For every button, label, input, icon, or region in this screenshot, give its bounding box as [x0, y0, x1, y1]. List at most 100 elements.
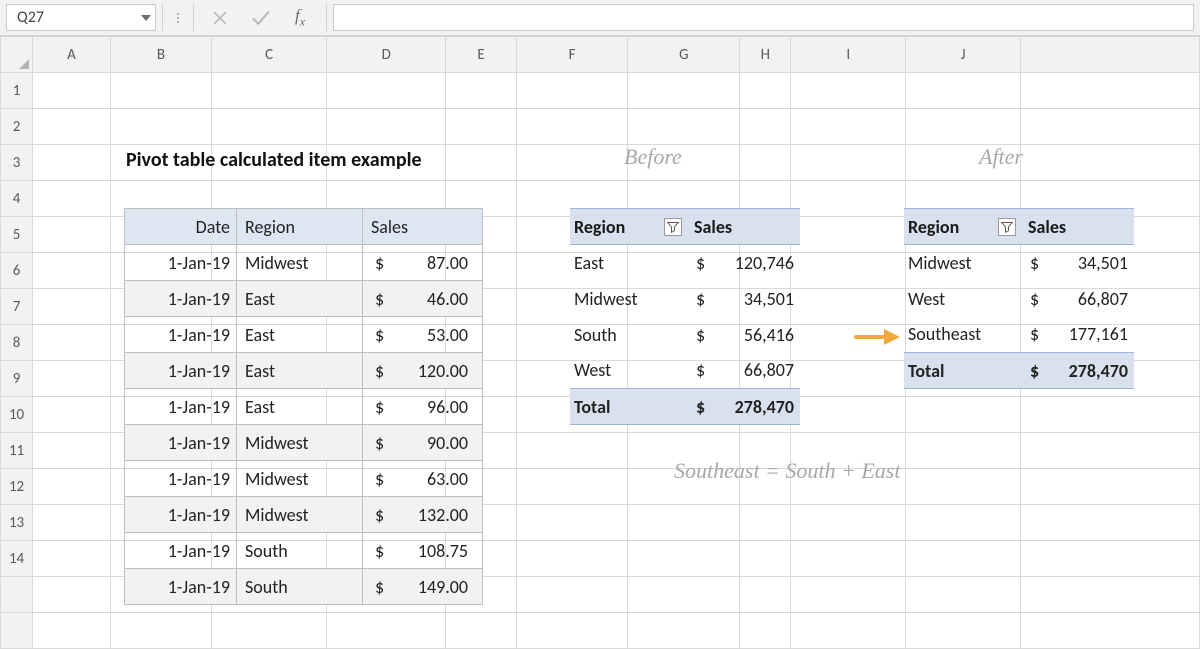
cell[interactable]: [791, 577, 906, 613]
cell[interactable]: [516, 73, 628, 109]
drag-handle-icon[interactable]: [169, 0, 187, 35]
cell[interactable]: [33, 181, 111, 217]
cell-sales[interactable]: $90.00: [363, 425, 483, 461]
row-header[interactable]: 9: [1, 361, 33, 397]
cell[interactable]: [33, 397, 111, 433]
cell-region[interactable]: Midwest: [237, 461, 363, 497]
cell[interactable]: [110, 613, 211, 649]
cell[interactable]: [791, 613, 906, 649]
cell[interactable]: [791, 181, 906, 217]
cell[interactable]: [906, 577, 1021, 613]
table-row[interactable]: 1-Jan-19East$96.00: [125, 389, 483, 425]
cell-sales[interactable]: $63.00: [363, 461, 483, 497]
cell[interactable]: [1021, 433, 1200, 469]
cell[interactable]: [906, 541, 1021, 577]
table-row[interactable]: 1-Jan-19Midwest$132.00: [125, 497, 483, 533]
cell[interactable]: [33, 73, 111, 109]
cell[interactable]: [446, 109, 517, 145]
cell-region[interactable]: Midwest: [237, 425, 363, 461]
cell-date[interactable]: 1-Jan-19: [125, 425, 237, 461]
formula-input[interactable]: [333, 4, 1194, 31]
cell[interactable]: [211, 109, 326, 145]
row-header[interactable]: [1, 577, 33, 613]
cell-sales[interactable]: $87.00: [363, 245, 483, 281]
cell[interactable]: [110, 109, 211, 145]
table-row[interactable]: 1-Jan-19East$46.00: [125, 281, 483, 317]
table-row[interactable]: 1-Jan-19Midwest$87.00: [125, 245, 483, 281]
cell-sales[interactable]: $108.75: [363, 533, 483, 569]
row-header[interactable]: 8: [1, 325, 33, 361]
cell[interactable]: [791, 541, 906, 577]
cell-date[interactable]: 1-Jan-19: [125, 497, 237, 533]
cell[interactable]: [740, 541, 791, 577]
cell[interactable]: [740, 505, 791, 541]
row-header[interactable]: 3: [1, 145, 33, 181]
column-header[interactable]: H: [740, 37, 791, 73]
filter-icon[interactable]: [998, 218, 1016, 236]
column-header-sales[interactable]: Sales: [363, 209, 483, 245]
cell[interactable]: [906, 469, 1021, 505]
cell[interactable]: [33, 613, 111, 649]
column-header[interactable]: [1021, 37, 1200, 73]
pivot-row-value[interactable]: $66,807: [1022, 281, 1134, 317]
pivot-table-after[interactable]: RegionSalesMidwest$34,501West$66,807Sout…: [904, 208, 1134, 389]
cell[interactable]: [33, 361, 111, 397]
filter-icon[interactable]: [664, 218, 682, 236]
cell[interactable]: [110, 73, 211, 109]
cell[interactable]: [516, 577, 628, 613]
cell[interactable]: [628, 73, 740, 109]
cell-sales[interactable]: $132.00: [363, 497, 483, 533]
row-header[interactable]: 6: [1, 253, 33, 289]
cell[interactable]: [1021, 73, 1200, 109]
cell[interactable]: [906, 73, 1021, 109]
cell[interactable]: [791, 217, 906, 253]
column-header[interactable]: J: [906, 37, 1021, 73]
cell[interactable]: [1021, 505, 1200, 541]
cell[interactable]: [516, 109, 628, 145]
pivot-row[interactable]: Midwest$34,501: [904, 245, 1134, 281]
column-header[interactable]: C: [211, 37, 326, 73]
pivot-row-value[interactable]: $120,746: [688, 245, 800, 281]
cell[interactable]: [446, 613, 517, 649]
cell[interactable]: [628, 613, 740, 649]
cell[interactable]: [327, 109, 446, 145]
cancel-formula-button[interactable]: [200, 0, 240, 35]
cell[interactable]: [33, 217, 111, 253]
cell[interactable]: [211, 73, 326, 109]
column-header[interactable]: D: [327, 37, 446, 73]
cell[interactable]: [906, 433, 1021, 469]
select-all-corner[interactable]: [1, 37, 33, 73]
cell[interactable]: [516, 541, 628, 577]
cell[interactable]: [1021, 145, 1200, 181]
row-header[interactable]: 11: [1, 433, 33, 469]
cell-date[interactable]: 1-Jan-19: [125, 389, 237, 425]
table-row[interactable]: 1-Jan-19South$149.00: [125, 569, 483, 605]
cell[interactable]: [516, 145, 628, 181]
cell[interactable]: [906, 109, 1021, 145]
cell[interactable]: [791, 505, 906, 541]
cell[interactable]: [628, 577, 740, 613]
row-header[interactable]: 12: [1, 469, 33, 505]
pivot-row[interactable]: Midwest$34,501: [570, 281, 800, 317]
pivot-total-value[interactable]: $278,470: [1022, 353, 1134, 389]
row-header[interactable]: 10: [1, 397, 33, 433]
pivot-row-label[interactable]: South: [570, 317, 688, 353]
pivot-total-label[interactable]: Total: [904, 353, 1022, 389]
cell[interactable]: [791, 145, 906, 181]
cell-date[interactable]: 1-Jan-19: [125, 281, 237, 317]
column-header[interactable]: F: [516, 37, 628, 73]
pivot-row-label[interactable]: West: [904, 281, 1022, 317]
table-row[interactable]: 1-Jan-19East$120.00: [125, 353, 483, 389]
cell[interactable]: [791, 361, 906, 397]
cell-sales[interactable]: $53.00: [363, 317, 483, 353]
column-header[interactable]: B: [110, 37, 211, 73]
cell[interactable]: [791, 289, 906, 325]
source-data-table[interactable]: DateRegionSales1-Jan-19Midwest$87.001-Ja…: [124, 208, 483, 605]
cell-region[interactable]: East: [237, 281, 363, 317]
cell-date[interactable]: 1-Jan-19: [125, 245, 237, 281]
pivot-header-region[interactable]: Region: [904, 209, 1022, 245]
cell[interactable]: [327, 613, 446, 649]
cell[interactable]: [740, 145, 791, 181]
pivot-total-value[interactable]: $278,470: [688, 389, 800, 425]
cell[interactable]: [33, 325, 111, 361]
